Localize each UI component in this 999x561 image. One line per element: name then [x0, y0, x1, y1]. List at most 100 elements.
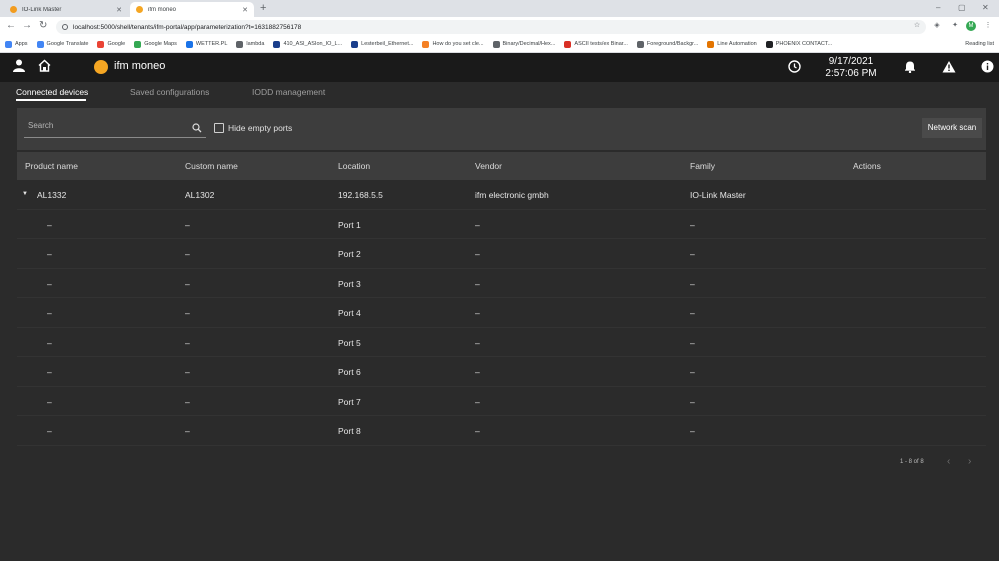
bookmark-label: Apps	[15, 41, 28, 47]
bookmark-item[interactable]: Apps	[5, 40, 28, 48]
address-bar[interactable]: localhost:5000/shell/tenants/ifm-portal/…	[56, 20, 926, 34]
next-page-icon[interactable]: ›	[968, 456, 971, 468]
prev-page-icon[interactable]: ‹	[947, 456, 950, 468]
tab-saved-configurations[interactable]: Saved configurations	[130, 87, 209, 98]
bookmark-label: Google Translate	[46, 41, 89, 47]
date-time: 9/17/2021 2:57:06 PM	[822, 56, 880, 80]
maximize-icon[interactable]: ▢	[958, 3, 966, 12]
cell-product-name: –	[47, 249, 52, 259]
bookmark-item[interactable]: Google Translate	[36, 40, 89, 48]
bookmark-item[interactable]: Lesterbeil_Ethernet...	[351, 40, 413, 48]
cell-location: Port 6	[338, 367, 361, 377]
port-row[interactable]: – – Port 5 – –	[17, 328, 986, 357]
search-icon[interactable]	[192, 120, 202, 133]
cell-vendor: –	[475, 337, 480, 348]
cell-product-name: –	[47, 278, 52, 289]
devices-table-body: ▼ AL1332 AL1302 192.168.5.5 ifm electron…	[17, 180, 986, 446]
minimize-icon[interactable]: –	[936, 3, 940, 12]
tab-iodd-management[interactable]: IODD management	[252, 87, 325, 98]
reading-list[interactable]: Reading list	[965, 41, 994, 47]
site-info-icon[interactable]	[62, 24, 68, 30]
profile-avatar[interactable]: M	[966, 21, 976, 31]
back-icon[interactable]: ←	[6, 20, 16, 32]
port-row[interactable]: – – Port 6 – –	[17, 357, 986, 387]
cell-product-name: –	[47, 308, 52, 318]
port-row[interactable]: – – Port 3 – –	[17, 269, 986, 298]
cell-location: Port 8	[338, 426, 361, 436]
bookmark-item[interactable]: How do you set cle...	[422, 40, 484, 48]
bookmark-label: ASCII tests/ex Binar...	[574, 41, 628, 47]
info-icon[interactable]	[981, 60, 994, 77]
menu-dots-icon[interactable]: ⋮	[983, 21, 993, 31]
lambda-icon	[236, 40, 244, 48]
browser-tab-ifm-moneo[interactable]: ifm moneo ✕	[130, 2, 254, 17]
bookmark-item[interactable]: Google Maps	[134, 40, 177, 48]
bookmark-star-icon[interactable]: ☆	[912, 21, 922, 31]
column-header-vendor[interactable]: Vendor	[475, 161, 502, 172]
hide-empty-ports-label[interactable]: Hide empty ports	[228, 122, 292, 134]
active-tab-indicator	[16, 99, 86, 101]
bookmark-item[interactable]: Binary/Decimal/Hex...	[492, 40, 555, 48]
cell-vendor: –	[475, 278, 480, 289]
close-tab-icon[interactable]: ✕	[116, 6, 122, 14]
collapse-caret-icon[interactable]: ▼	[22, 191, 28, 197]
bell-icon[interactable]	[904, 60, 916, 77]
column-header-custom-name[interactable]: Custom name	[185, 161, 238, 172]
cell-vendor: –	[475, 396, 480, 407]
cell-location: 192.168.5.5	[338, 190, 383, 200]
browser-tab-io-link-master[interactable]: IO-Link Master ✕	[4, 2, 128, 17]
bookmark-item[interactable]: Line Automation	[707, 40, 757, 48]
moneo-favicon-icon	[136, 6, 143, 13]
tab-connected-devices[interactable]: Connected devices	[16, 87, 88, 98]
hide-empty-ports-checkbox[interactable]	[214, 123, 224, 133]
cell-vendor: ifm electronic gmbh	[475, 190, 549, 200]
port-row[interactable]: – – Port 2 – –	[17, 239, 986, 269]
extension-icon[interactable]: ◈	[932, 21, 942, 31]
new-tab-button[interactable]: +	[260, 2, 266, 15]
puzzle-icon[interactable]: ✦	[950, 21, 960, 31]
cell-location: Port 4	[338, 308, 361, 318]
bookmark-item[interactable]: WETTER.PL	[185, 40, 228, 48]
column-header-location[interactable]: Location	[338, 161, 370, 172]
document-icon	[273, 40, 281, 48]
port-row[interactable]: – – Port 7 – –	[17, 387, 986, 416]
bookmark-label: Foreground/Backgr...	[646, 41, 699, 47]
bookmark-item[interactable]: 410_ASI_ASIon_IO_L...	[273, 40, 342, 48]
bookmark-item[interactable]: PHOENIX CONTACT...	[765, 40, 832, 48]
device-row[interactable]: ▼ AL1332 AL1302 192.168.5.5 ifm electron…	[17, 180, 986, 210]
bookmark-label: Line Automation	[717, 41, 757, 47]
reload-icon[interactable]: ↻	[39, 20, 47, 32]
phoenix-contact-icon	[765, 40, 773, 48]
bookmark-item[interactable]: Google	[97, 40, 125, 48]
cell-custom-name: –	[185, 367, 190, 377]
cell-family: –	[690, 396, 695, 407]
bookmark-label: WETTER.PL	[195, 41, 228, 47]
filter-bar: Hide empty ports Network scan	[17, 108, 986, 150]
close-tab-icon[interactable]: ✕	[242, 6, 248, 14]
close-window-icon[interactable]: ✕	[982, 3, 989, 12]
cell-product-name: –	[47, 337, 52, 348]
user-icon[interactable]	[13, 59, 25, 76]
forward-icon[interactable]: →	[22, 20, 32, 32]
search-input[interactable]	[28, 118, 178, 132]
cell-family: –	[690, 426, 695, 436]
cell-custom-name: –	[185, 308, 190, 318]
weather-icon	[185, 40, 193, 48]
column-header-family[interactable]: Family	[690, 161, 715, 172]
app-name: ifm moneo	[114, 60, 166, 72]
bookmark-item[interactable]: ASCII tests/ex Binar...	[564, 40, 628, 48]
port-row[interactable]: – – Port 1 – –	[17, 210, 986, 239]
port-row[interactable]: – – Port 4 – –	[17, 298, 986, 328]
cell-vendor: –	[475, 367, 480, 377]
cell-family: –	[690, 308, 695, 318]
clock-icon[interactable]	[788, 60, 801, 77]
bookmarks-bar: Apps Google Translate Google Google Maps…	[0, 36, 999, 53]
bookmark-item[interactable]: Foreground/Backgr...	[636, 40, 699, 48]
home-icon[interactable]	[38, 59, 51, 76]
bookmark-item[interactable]: lambda	[236, 40, 264, 48]
column-header-product-name[interactable]: Product name	[25, 161, 78, 172]
network-scan-button[interactable]: Network scan	[922, 118, 982, 138]
cell-family: IO-Link Master	[690, 190, 746, 200]
port-row[interactable]: – – Port 8 – –	[17, 416, 986, 446]
warning-icon[interactable]	[942, 60, 956, 77]
